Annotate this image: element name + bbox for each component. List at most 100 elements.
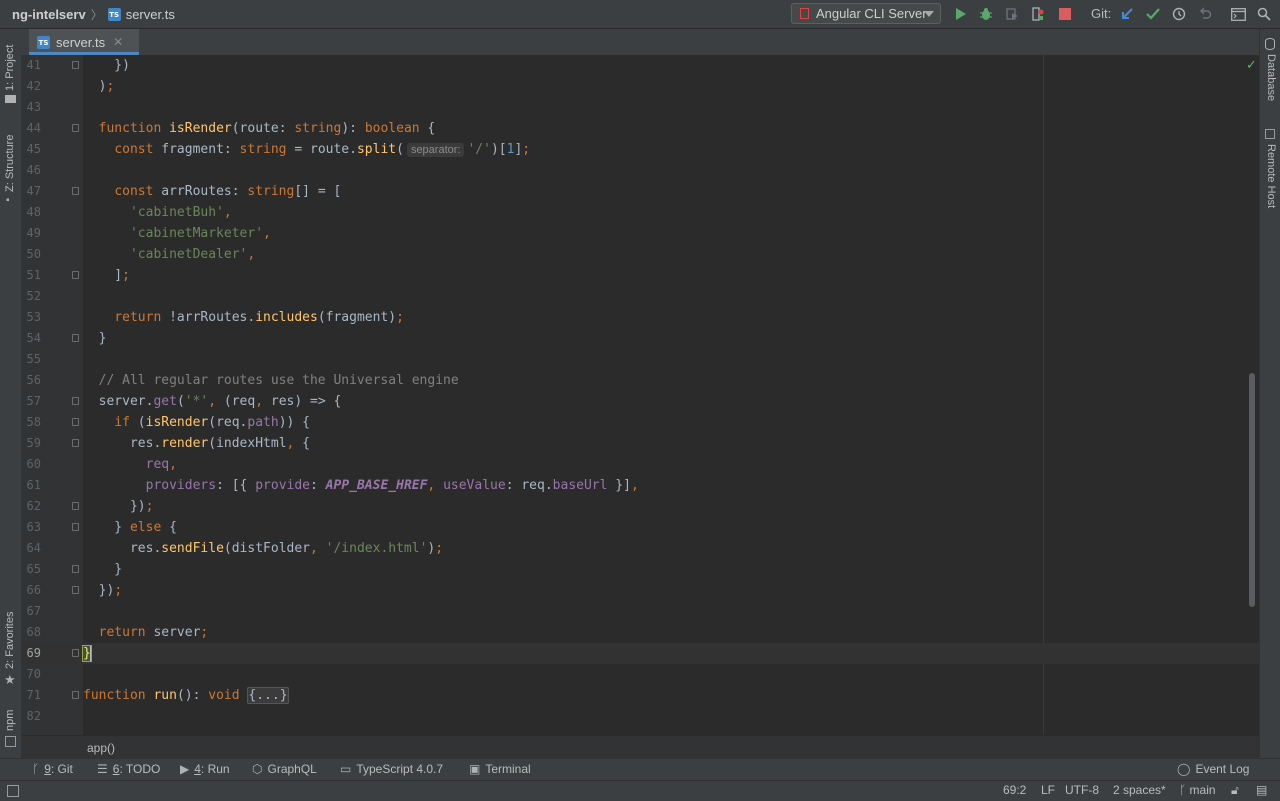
favorites-panel-tab[interactable]: 2: Favorites bbox=[4, 612, 16, 669]
tab-server-ts[interactable]: TS server.ts ✕ bbox=[29, 29, 139, 55]
caret-position[interactable]: 69:2 bbox=[1003, 783, 1026, 797]
structure-panel-tab[interactable]: Z: Structure bbox=[4, 135, 16, 192]
rollback-icon[interactable] bbox=[1197, 6, 1213, 22]
fold-marker[interactable] bbox=[72, 691, 79, 699]
code-line[interactable]: 55 bbox=[21, 349, 1259, 370]
fold-marker[interactable] bbox=[72, 565, 79, 573]
code-line[interactable]: 70 bbox=[21, 664, 1259, 685]
coverage-icon[interactable] bbox=[1004, 6, 1020, 22]
line-number: 49 bbox=[26, 226, 41, 240]
inspection-ok-icon[interactable]: ✓ bbox=[1246, 57, 1257, 73]
fold-marker[interactable] bbox=[72, 418, 79, 426]
run-configuration-dropdown[interactable]: Angular CLI Server bbox=[791, 3, 941, 24]
fold-marker[interactable] bbox=[72, 586, 79, 594]
profile-icon[interactable] bbox=[1030, 6, 1046, 22]
line-separator[interactable]: LF bbox=[1041, 783, 1055, 797]
fold-marker[interactable] bbox=[72, 61, 79, 69]
history-icon[interactable] bbox=[1171, 6, 1187, 22]
fold-marker[interactable] bbox=[72, 271, 79, 279]
code-line[interactable]: 45 const fragment: string = route.split(… bbox=[21, 139, 1259, 160]
code-line[interactable]: 47 const arrRoutes: string[] = [ bbox=[21, 181, 1259, 202]
code-line[interactable]: 53 return !arrRoutes.includes(fragment); bbox=[21, 307, 1259, 328]
code-line[interactable]: 49 'cabinetMarketer', bbox=[21, 223, 1259, 244]
tool-label: : Run bbox=[200, 762, 230, 776]
code-line[interactable]: 64 res.sendFile(distFolder, '/index.html… bbox=[21, 538, 1259, 559]
fold-marker[interactable] bbox=[72, 649, 79, 657]
run-tool-button[interactable]: ▶ 4: Run bbox=[180, 762, 230, 776]
terminal-tool-button[interactable]: ▣ Terminal bbox=[469, 762, 531, 776]
code-line[interactable]: 56 // All regular routes use the Univers… bbox=[21, 370, 1259, 391]
fold-marker[interactable] bbox=[72, 397, 79, 405]
lock-icon[interactable]: 🔓︎ bbox=[1231, 783, 1239, 798]
debug-icon[interactable] bbox=[978, 6, 994, 22]
code-line[interactable]: 50 'cabinetDealer', bbox=[21, 244, 1259, 265]
fold-marker[interactable] bbox=[72, 502, 79, 510]
tab-label: server.ts bbox=[56, 34, 106, 50]
code-line[interactable]: 42 ); bbox=[21, 76, 1259, 97]
fold-marker[interactable] bbox=[72, 187, 79, 195]
database-panel-tab[interactable]: Database bbox=[1265, 54, 1277, 101]
close-icon[interactable]: ✕ bbox=[113, 35, 123, 49]
fold-marker[interactable] bbox=[72, 523, 79, 531]
code-breadcrumb[interactable]: app() bbox=[87, 741, 115, 755]
code-editor[interactable]: 41 }) 42 ); 43 44 function isRender(rout… bbox=[21, 55, 1259, 735]
indent-setting[interactable]: 2 spaces* bbox=[1113, 783, 1166, 797]
code-line[interactable]: 43 bbox=[21, 97, 1259, 118]
code-line[interactable]: 59 res.render(indexHtml, { bbox=[21, 433, 1259, 454]
code-line[interactable]: 60 req, bbox=[21, 454, 1259, 475]
code-line[interactable]: 63 } else { bbox=[21, 517, 1259, 538]
remote-host-panel-tab[interactable]: Remote Host bbox=[1265, 144, 1277, 208]
git-update-icon[interactable] bbox=[1119, 6, 1135, 22]
project-panel-tab[interactable]: 1: Project bbox=[4, 45, 16, 91]
tool-label: Terminal bbox=[485, 762, 531, 776]
code-line[interactable]: 54 } bbox=[21, 328, 1259, 349]
line-number: 54 bbox=[26, 331, 41, 345]
todo-tool-button[interactable]: ☰ 6: TODO bbox=[97, 762, 160, 776]
toggle-tool-windows-icon[interactable] bbox=[7, 785, 19, 797]
code-line[interactable]: 58 if (isRender(req.path)) { bbox=[21, 412, 1259, 433]
code-line[interactable]: 71 function run(): void {...} bbox=[21, 685, 1259, 706]
git-branch-widget[interactable]: ᚴ main bbox=[1179, 783, 1216, 797]
folded-region[interactable]: {...} bbox=[247, 687, 289, 704]
code-text: res.sendFile(distFolder, '/index.html'); bbox=[83, 541, 444, 556]
file-encoding[interactable]: UTF-8 bbox=[1065, 783, 1099, 797]
tool-label: : TODO bbox=[119, 762, 161, 776]
breadcrumb-project[interactable]: ng-intelserv bbox=[12, 7, 86, 22]
editor-scrollbar[interactable] bbox=[1249, 373, 1255, 607]
code-line[interactable]: 48 'cabinetBuh', bbox=[21, 202, 1259, 223]
breadcrumb-file[interactable]: TS server.ts bbox=[107, 7, 175, 22]
code-line[interactable]: 62 }); bbox=[21, 496, 1259, 517]
npm-panel-tab[interactable]: npm bbox=[4, 710, 16, 731]
fold-marker[interactable] bbox=[72, 334, 79, 342]
run-configuration-label: Angular CLI Server bbox=[816, 6, 927, 21]
fold-marker[interactable] bbox=[72, 439, 79, 447]
event-log-button[interactable]: ◯ Event Log bbox=[1177, 762, 1249, 776]
run-icon[interactable] bbox=[953, 6, 969, 22]
code-line[interactable]: 57 server.get('*', (req, res) => { bbox=[21, 391, 1259, 412]
git-tool-button[interactable]: ᚴ9: Git bbox=[32, 762, 73, 776]
graphql-tool-button[interactable]: ⬡ GraphQL bbox=[252, 762, 317, 776]
code-line[interactable]: 44 function isRender(route: string): boo… bbox=[21, 118, 1259, 139]
git-commit-icon[interactable] bbox=[1145, 6, 1161, 22]
terminal-window-icon[interactable] bbox=[1230, 6, 1246, 22]
search-icon[interactable] bbox=[1256, 6, 1272, 22]
code-line[interactable]: 68 return server; bbox=[21, 622, 1259, 643]
code-line[interactable]: 67 bbox=[21, 601, 1259, 622]
fold-marker[interactable] bbox=[72, 124, 79, 132]
code-line[interactable]: 46 bbox=[21, 160, 1259, 181]
stop-icon[interactable] bbox=[1057, 6, 1073, 22]
code-text: function run(): void {...} bbox=[83, 687, 289, 704]
code-line[interactable]: 51 ]; bbox=[21, 265, 1259, 286]
code-line[interactable]: 61 providers: [{ provide: APP_BASE_HREF,… bbox=[21, 475, 1259, 496]
code-line[interactable]: 82 bbox=[21, 706, 1259, 727]
code-line[interactable]: 52 bbox=[21, 286, 1259, 307]
memory-indicator-icon[interactable]: ▤ bbox=[1256, 783, 1267, 797]
code-line[interactable]: 65 } bbox=[21, 559, 1259, 580]
line-number: 58 bbox=[26, 415, 41, 429]
left-tool-strip: 1: Project Z: Structure ▪ 2: Favorites ★… bbox=[0, 29, 22, 780]
code-line[interactable]: 66 }); bbox=[21, 580, 1259, 601]
current-code-line[interactable]: 69} bbox=[21, 643, 1259, 664]
typescript-tool-button[interactable]: ▭ TypeScript 4.0.7 bbox=[340, 762, 443, 776]
line-number: 48 bbox=[26, 205, 41, 219]
code-line[interactable]: 41 }) bbox=[21, 55, 1259, 76]
